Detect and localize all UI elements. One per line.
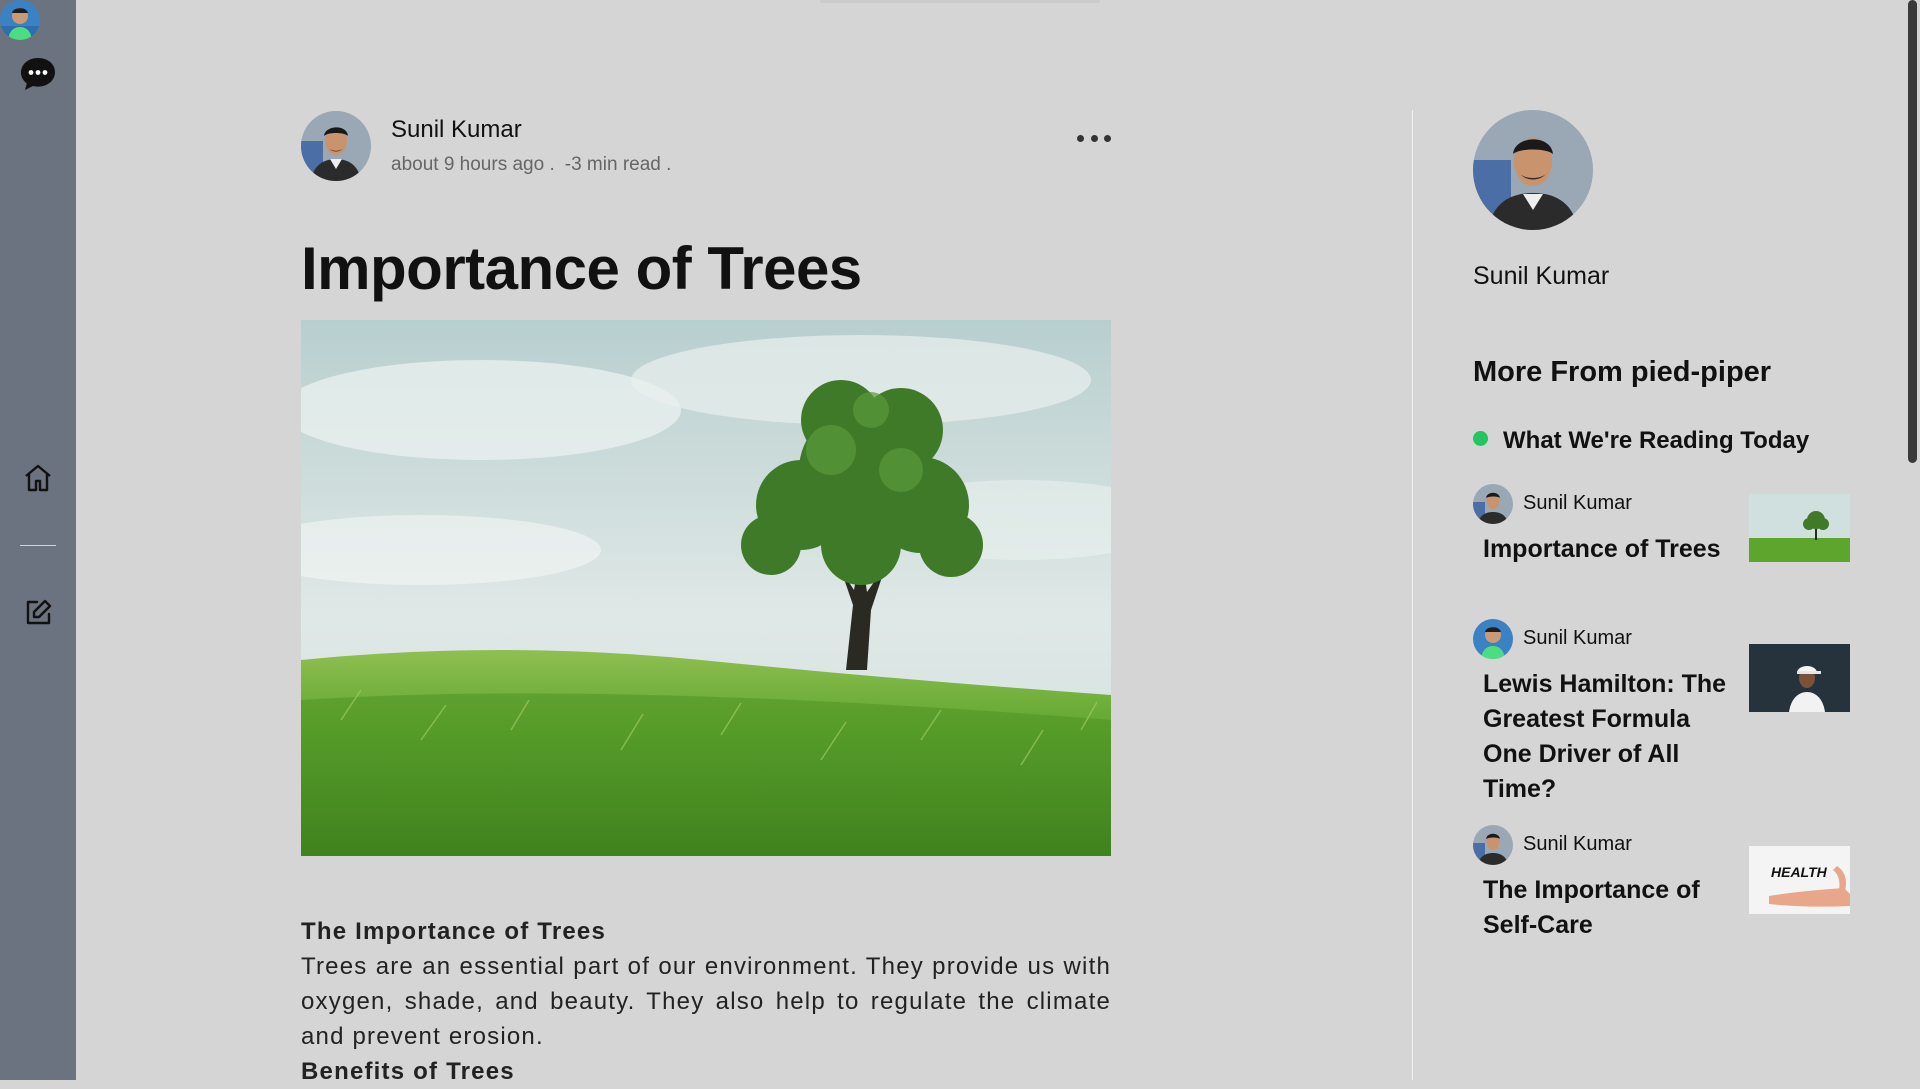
more-from-heading: More From pied-piper [1473, 356, 1772, 388]
card-author-avatar [1473, 825, 1513, 865]
card-thumbnail [1749, 494, 1850, 562]
left-nav-rail [0, 0, 76, 1080]
post-time: about 9 hours ago . [391, 154, 555, 175]
user-avatar[interactable] [0, 0, 40, 40]
edit-icon[interactable] [18, 593, 58, 633]
reading-today-label: What We're Reading Today [1473, 427, 1809, 455]
section-heading: The Importance of Trees [301, 918, 607, 945]
card-title[interactable]: The Importance of Self-Care [1483, 873, 1743, 943]
section-heading: Benefits of Trees [301, 1058, 515, 1085]
column-divider [1412, 110, 1413, 1080]
card-title[interactable]: Lewis Hamilton: The Greatest Formula One… [1483, 667, 1743, 807]
read-time: -3 min read . [564, 154, 672, 175]
section-text: Trees are an essential part of our envir… [301, 953, 1111, 1050]
reading-today-text: What We're Reading Today [1503, 427, 1810, 454]
author-name[interactable]: Sunil Kumar [391, 116, 522, 144]
sidebar-author-name[interactable]: Sunil Kumar [1473, 262, 1609, 291]
top-indicator [820, 0, 1100, 3]
hero-image [301, 320, 1111, 856]
chat-icon[interactable] [18, 54, 58, 94]
sidebar-author-avatar[interactable] [1473, 110, 1593, 230]
author-row: Sunil Kumar about 9 hours ago . -3 min re… [301, 108, 1111, 184]
card-thumbnail [1749, 644, 1850, 712]
article: Sunil Kumar about 9 hours ago . -3 min re… [301, 108, 1111, 1085]
article-title: Importance of Trees [301, 235, 862, 302]
article-body: The Importance of Trees Trees are an ess… [301, 914, 1111, 1089]
scrollbar[interactable] [1905, 0, 1920, 1080]
card-author-name: Sunil Kumar [1523, 492, 1632, 514]
nav-divider [20, 545, 56, 546]
card-title[interactable]: Importance of Trees [1483, 532, 1743, 567]
post-meta: about 9 hours ago . -3 min read . [391, 154, 671, 176]
more-options-icon[interactable] [1077, 128, 1111, 148]
card-author-name: Sunil Kumar [1523, 627, 1632, 649]
card-author-avatar [1473, 484, 1513, 524]
author-avatar[interactable] [301, 111, 371, 181]
card-thumbnail: HEALTH [1749, 846, 1850, 914]
scrollbar-thumb[interactable] [1908, 0, 1917, 463]
home-icon[interactable] [18, 458, 58, 498]
card-author-avatar [1473, 619, 1513, 659]
card-author-name: Sunil Kumar [1523, 833, 1632, 855]
status-dot-icon [1473, 431, 1488, 446]
thumbnail-health-text: HEALTH [1771, 864, 1828, 880]
